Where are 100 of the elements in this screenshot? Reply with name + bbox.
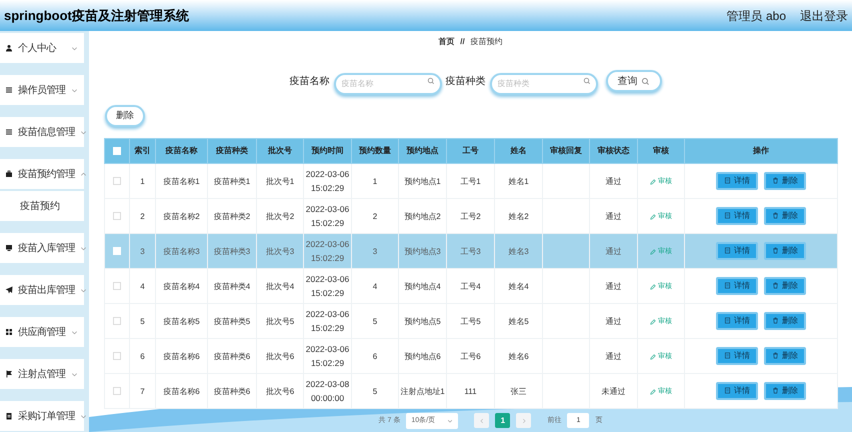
delete-row-button[interactable]: 删除 bbox=[764, 382, 806, 400]
menu-label: 注射点管理 bbox=[18, 368, 66, 382]
document-icon bbox=[724, 317, 731, 324]
table-cell-text: 疫苗种类2 bbox=[214, 210, 250, 223]
previous-page-button[interactable] bbox=[474, 413, 490, 428]
table-cell-text: 5 bbox=[140, 316, 145, 328]
checkbox[interactable] bbox=[113, 212, 121, 220]
table-cell-text: 4 bbox=[140, 280, 145, 293]
page-button[interactable]: 1 bbox=[495, 413, 510, 428]
menu-label: 疫苗入库管理 bbox=[18, 242, 75, 256]
flag-icon bbox=[5, 370, 13, 378]
detail-button[interactable]: 详情 bbox=[716, 312, 758, 330]
delete-button[interactable]: 删除 bbox=[105, 104, 145, 127]
sidebar-menu-item[interactable]: 疫苗入库管理 bbox=[0, 233, 84, 263]
table-cell-text: 工号5 bbox=[460, 316, 481, 328]
checkbox[interactable] bbox=[113, 386, 121, 395]
document-icon bbox=[724, 177, 731, 184]
sidebar-menu-item[interactable]: 供应商管理 bbox=[0, 317, 84, 347]
checkbox[interactable] bbox=[113, 176, 121, 185]
checkbox[interactable] bbox=[113, 352, 121, 360]
pencil-icon bbox=[650, 284, 656, 290]
search-field[interactable]: 疫苗名称 bbox=[334, 72, 442, 94]
sidebar-menu-item[interactable]: 采购订单管理 bbox=[0, 401, 84, 431]
delete-row-button[interactable]: 删除 bbox=[764, 206, 806, 225]
document-icon bbox=[724, 247, 731, 254]
clipboard-icon bbox=[5, 412, 13, 420]
sidebar-menu-item[interactable]: 注射点管理 bbox=[0, 359, 84, 389]
table-cell-text: 张三 bbox=[510, 386, 526, 398]
table-cell-text: 疫苗名称2 bbox=[163, 210, 200, 223]
sidebar-menu-item[interactable]: 疫苗出库管理 bbox=[0, 275, 84, 305]
document-icon bbox=[724, 282, 731, 290]
table-cell-text: 批次号5 bbox=[266, 316, 294, 328]
delete-row-button[interactable]: 删除 bbox=[764, 276, 806, 295]
table-cell-text: 疫苗名称1 bbox=[163, 176, 200, 188]
table-cell-text: 预约地点5 bbox=[404, 316, 441, 328]
person-icon bbox=[5, 44, 13, 52]
pencil-icon bbox=[650, 354, 656, 360]
table-cell-text: 疫苗名称4 bbox=[163, 280, 200, 293]
column-header: 审核回复 bbox=[542, 138, 590, 164]
delete-row-button[interactable]: 删除 bbox=[764, 312, 806, 330]
trash-icon bbox=[772, 387, 779, 394]
logout-link[interactable]: 退出登录 bbox=[800, 6, 848, 24]
table-cell-text: 4 bbox=[372, 280, 378, 293]
trash-icon bbox=[772, 247, 779, 254]
table-cell-text: 批次号1 bbox=[266, 176, 294, 188]
table-cell-text: 预约地点4 bbox=[404, 280, 441, 293]
trash-icon bbox=[772, 212, 779, 220]
table-cell-text: 预约地点3 bbox=[404, 246, 441, 258]
table-cell-text: 未通过 bbox=[602, 386, 626, 398]
menu-label: 疫苗信息管理 bbox=[18, 126, 75, 140]
breadcrumb-link[interactable]: 首页 bbox=[438, 36, 454, 48]
table-cell-text: 疫苗种类6 bbox=[214, 386, 250, 398]
field-label: 疫苗名称 bbox=[290, 74, 330, 88]
column-header: 操作 bbox=[684, 138, 838, 164]
table-cell-text: 疫苗种类3 bbox=[214, 246, 250, 258]
breadcrumb-current: 疫苗预约 bbox=[470, 36, 503, 48]
next-page-button[interactable] bbox=[516, 413, 532, 428]
submenu-item[interactable]: 疫苗预约 bbox=[0, 191, 84, 221]
sidebar-menu-item[interactable]: 操作员管理 bbox=[0, 75, 84, 105]
detail-button[interactable]: 详情 bbox=[716, 276, 758, 295]
table-cell-text: 疫苗种类1 bbox=[214, 176, 250, 188]
table-cell-text: 批次号6 bbox=[266, 350, 294, 363]
sidebar-menu-item[interactable]: 疫苗信息管理 bbox=[0, 117, 84, 147]
table-cell-text: 预约地点6 bbox=[404, 350, 441, 363]
table-cell-text: 疫苗名称5 bbox=[163, 316, 200, 328]
trash-icon bbox=[772, 282, 779, 290]
delete-row-button[interactable]: 删除 bbox=[764, 242, 806, 260]
field-label: 疫苗种类 bbox=[446, 74, 486, 88]
delete-row-button[interactable]: 删除 bbox=[764, 346, 806, 365]
table-cell-text: 通过 bbox=[606, 350, 622, 363]
table-cell-text: 3 bbox=[372, 246, 378, 258]
table-cell-text: 疫苗名称3 bbox=[163, 246, 200, 258]
sidebar-menu-item[interactable]: 疫苗预约管理 bbox=[0, 159, 84, 189]
checkbox[interactable] bbox=[113, 316, 121, 325]
detail-button[interactable]: 详情 bbox=[716, 382, 758, 400]
table-cell-text: 2022-03-06 15:02:29 bbox=[306, 342, 350, 370]
menu-label: 采购订单管理 bbox=[18, 410, 75, 424]
table-cell-text: 2 bbox=[372, 210, 378, 223]
user-label: 管理员 abo bbox=[726, 8, 786, 24]
checkbox[interactable] bbox=[113, 282, 121, 290]
column-header: 预约数量 bbox=[352, 138, 398, 164]
table-cell-text: 工号4 bbox=[460, 280, 481, 293]
table-cell-text: 3 bbox=[140, 246, 145, 258]
menu-label: 供应商管理 bbox=[18, 326, 66, 340]
query-button[interactable]: 查询 bbox=[606, 70, 662, 92]
pencil-icon bbox=[650, 248, 656, 255]
search-field[interactable]: 疫苗种类 bbox=[490, 72, 598, 94]
table-cell-text: 通过 bbox=[606, 176, 622, 188]
table-cell-text: 预约地点1 bbox=[404, 176, 441, 188]
table-cell-text: 批次号3 bbox=[266, 246, 294, 258]
detail-button[interactable]: 详情 bbox=[716, 346, 758, 365]
table-cell-text: 5 bbox=[372, 316, 378, 328]
detail-button[interactable]: 详情 bbox=[716, 242, 758, 260]
sidebar-menu-item[interactable]: 个人中心 bbox=[0, 33, 84, 63]
table-cell-text: 工号6 bbox=[460, 350, 481, 363]
grid-icon bbox=[5, 328, 13, 336]
delete-row-button[interactable]: 删除 bbox=[764, 172, 806, 190]
detail-button[interactable]: 详情 bbox=[716, 172, 758, 190]
document-icon bbox=[724, 352, 731, 360]
detail-button[interactable]: 详情 bbox=[716, 206, 758, 225]
